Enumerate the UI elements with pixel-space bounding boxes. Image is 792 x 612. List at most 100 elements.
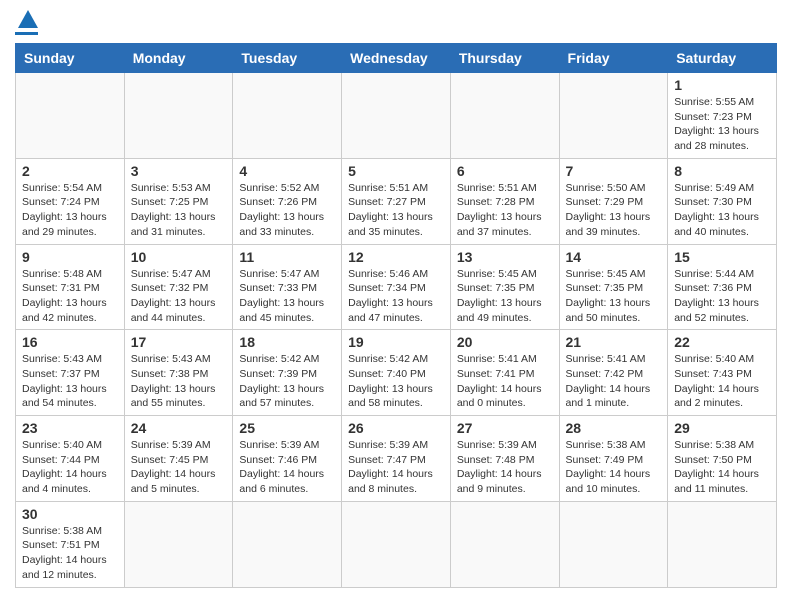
calendar-cell: 8 Sunrise: 5:49 AM Sunset: 7:30 PM Daylig… (668, 158, 777, 244)
calendar-cell: 3 Sunrise: 5:53 AM Sunset: 7:25 PM Daylig… (124, 158, 233, 244)
day-number: 4 (239, 163, 335, 179)
calendar-cell (124, 501, 233, 587)
calendar-cell: 16 Sunrise: 5:43 AM Sunset: 7:37 PM Dayli… (16, 330, 125, 416)
logo-underline (15, 32, 38, 35)
calendar-cell (559, 73, 668, 159)
calendar-cell: 12 Sunrise: 5:46 AM Sunset: 7:34 PM Dayli… (342, 244, 451, 330)
calendar-cell (668, 501, 777, 587)
calendar-cell (16, 73, 125, 159)
calendar-cell: 23 Sunrise: 5:40 AM Sunset: 7:44 PM Dayli… (16, 416, 125, 502)
calendar-cell: 9 Sunrise: 5:48 AM Sunset: 7:31 PM Daylig… (16, 244, 125, 330)
day-info: Sunrise: 5:48 AM Sunset: 7:31 PM Dayligh… (22, 267, 118, 326)
calendar-cell: 18 Sunrise: 5:42 AM Sunset: 7:39 PM Dayli… (233, 330, 342, 416)
day-info: Sunrise: 5:50 AM Sunset: 7:29 PM Dayligh… (566, 181, 662, 240)
calendar-cell (233, 501, 342, 587)
week-row-4: 16 Sunrise: 5:43 AM Sunset: 7:37 PM Dayli… (16, 330, 777, 416)
day-info: Sunrise: 5:45 AM Sunset: 7:35 PM Dayligh… (566, 267, 662, 326)
week-row-2: 2Sunrise: 5:54 AM Sunset: 7:24 PM Daylig… (16, 158, 777, 244)
day-info: Sunrise: 5:42 AM Sunset: 7:39 PM Dayligh… (239, 352, 335, 411)
day-number: 25 (239, 420, 335, 436)
day-info: Sunrise: 5:41 AM Sunset: 7:41 PM Dayligh… (457, 352, 553, 411)
calendar-cell: 17Sunrise: 5:43 AM Sunset: 7:38 PM Dayli… (124, 330, 233, 416)
day-info: Sunrise: 5:43 AM Sunset: 7:38 PM Dayligh… (131, 352, 227, 411)
calendar-cell: 22Sunrise: 5:40 AM Sunset: 7:43 PM Dayli… (668, 330, 777, 416)
day-number: 5 (348, 163, 444, 179)
calendar-cell: 21 Sunrise: 5:41 AM Sunset: 7:42 PM Dayli… (559, 330, 668, 416)
day-info: Sunrise: 5:42 AM Sunset: 7:40 PM Dayligh… (348, 352, 444, 411)
day-info: Sunrise: 5:51 AM Sunset: 7:27 PM Dayligh… (348, 181, 444, 240)
day-info: Sunrise: 5:41 AM Sunset: 7:42 PM Dayligh… (566, 352, 662, 411)
day-info: Sunrise: 5:53 AM Sunset: 7:25 PM Dayligh… (131, 181, 227, 240)
day-number: 28 (566, 420, 662, 436)
day-info: Sunrise: 5:49 AM Sunset: 7:30 PM Dayligh… (674, 181, 770, 240)
day-number: 23 (22, 420, 118, 436)
calendar-cell: 13 Sunrise: 5:45 AM Sunset: 7:35 PM Dayli… (450, 244, 559, 330)
calendar-cell: 25 Sunrise: 5:39 AM Sunset: 7:46 PM Dayli… (233, 416, 342, 502)
calendar-cell (124, 73, 233, 159)
day-number: 12 (348, 249, 444, 265)
logo (15, 10, 38, 35)
day-info: Sunrise: 5:39 AM Sunset: 7:47 PM Dayligh… (348, 438, 444, 497)
day-number: 24 (131, 420, 227, 436)
day-info: Sunrise: 5:46 AM Sunset: 7:34 PM Dayligh… (348, 267, 444, 326)
day-number: 26 (348, 420, 444, 436)
header (15, 10, 777, 35)
logo-triangle-icon (18, 10, 38, 28)
calendar-cell: 2Sunrise: 5:54 AM Sunset: 7:24 PM Daylig… (16, 158, 125, 244)
day-info: Sunrise: 5:39 AM Sunset: 7:48 PM Dayligh… (457, 438, 553, 497)
weekday-header-thursday: Thursday (450, 44, 559, 73)
calendar-cell: 19 Sunrise: 5:42 AM Sunset: 7:40 PM Dayli… (342, 330, 451, 416)
calendar-cell (450, 501, 559, 587)
calendar-cell: 26 Sunrise: 5:39 AM Sunset: 7:47 PM Dayli… (342, 416, 451, 502)
calendar-cell: 10Sunrise: 5:47 AM Sunset: 7:32 PM Dayli… (124, 244, 233, 330)
day-info: Sunrise: 5:44 AM Sunset: 7:36 PM Dayligh… (674, 267, 770, 326)
day-number: 30 (22, 506, 118, 522)
calendar-cell: 28 Sunrise: 5:38 AM Sunset: 7:49 PM Dayli… (559, 416, 668, 502)
day-number: 18 (239, 334, 335, 350)
calendar-cell: 14 Sunrise: 5:45 AM Sunset: 7:35 PM Dayli… (559, 244, 668, 330)
calendar-cell (342, 73, 451, 159)
day-info: Sunrise: 5:38 AM Sunset: 7:50 PM Dayligh… (674, 438, 770, 497)
day-info: Sunrise: 5:40 AM Sunset: 7:43 PM Dayligh… (674, 352, 770, 411)
weekday-header-sunday: Sunday (16, 44, 125, 73)
calendar-cell: 1Sunrise: 5:55 AM Sunset: 7:23 PM Daylig… (668, 73, 777, 159)
calendar-cell (233, 73, 342, 159)
day-info: Sunrise: 5:39 AM Sunset: 7:46 PM Dayligh… (239, 438, 335, 497)
calendar: SundayMondayTuesdayWednesdayThursdayFrid… (15, 43, 777, 588)
day-info: Sunrise: 5:45 AM Sunset: 7:35 PM Dayligh… (457, 267, 553, 326)
day-info: Sunrise: 5:52 AM Sunset: 7:26 PM Dayligh… (239, 181, 335, 240)
day-number: 16 (22, 334, 118, 350)
day-number: 8 (674, 163, 770, 179)
day-number: 21 (566, 334, 662, 350)
calendar-cell: 20 Sunrise: 5:41 AM Sunset: 7:41 PM Dayli… (450, 330, 559, 416)
calendar-cell (450, 73, 559, 159)
day-number: 9 (22, 249, 118, 265)
day-number: 11 (239, 249, 335, 265)
calendar-cell: 4 Sunrise: 5:52 AM Sunset: 7:26 PM Daylig… (233, 158, 342, 244)
day-number: 29 (674, 420, 770, 436)
calendar-cell: 15 Sunrise: 5:44 AM Sunset: 7:36 PM Dayli… (668, 244, 777, 330)
day-number: 1 (674, 77, 770, 93)
day-info: Sunrise: 5:40 AM Sunset: 7:44 PM Dayligh… (22, 438, 118, 497)
day-info: Sunrise: 5:43 AM Sunset: 7:37 PM Dayligh… (22, 352, 118, 411)
day-number: 14 (566, 249, 662, 265)
week-row-1: 1Sunrise: 5:55 AM Sunset: 7:23 PM Daylig… (16, 73, 777, 159)
day-number: 3 (131, 163, 227, 179)
day-info: Sunrise: 5:38 AM Sunset: 7:51 PM Dayligh… (22, 524, 118, 583)
day-number: 27 (457, 420, 553, 436)
weekday-header-friday: Friday (559, 44, 668, 73)
day-info: Sunrise: 5:38 AM Sunset: 7:49 PM Dayligh… (566, 438, 662, 497)
calendar-cell: 27 Sunrise: 5:39 AM Sunset: 7:48 PM Dayli… (450, 416, 559, 502)
day-number: 7 (566, 163, 662, 179)
calendar-cell: 24 Sunrise: 5:39 AM Sunset: 7:45 PM Dayli… (124, 416, 233, 502)
calendar-cell: 30 Sunrise: 5:38 AM Sunset: 7:51 PM Dayli… (16, 501, 125, 587)
day-info: Sunrise: 5:39 AM Sunset: 7:45 PM Dayligh… (131, 438, 227, 497)
day-number: 20 (457, 334, 553, 350)
weekday-header-wednesday: Wednesday (342, 44, 451, 73)
day-info: Sunrise: 5:51 AM Sunset: 7:28 PM Dayligh… (457, 181, 553, 240)
day-number: 2 (22, 163, 118, 179)
calendar-cell (559, 501, 668, 587)
day-number: 15 (674, 249, 770, 265)
day-number: 13 (457, 249, 553, 265)
day-number: 19 (348, 334, 444, 350)
